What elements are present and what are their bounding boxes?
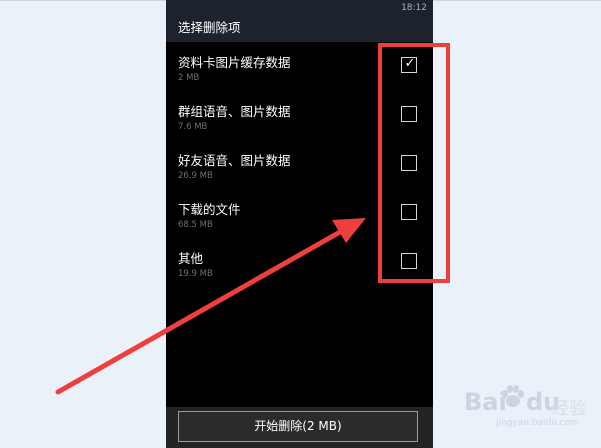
- watermark-url: jingyan.baidu.com: [496, 418, 580, 428]
- baidu-watermark: Bai du 经验 jingyan.baidu.com: [462, 378, 592, 438]
- watermark-brand-left: Bai: [464, 388, 507, 416]
- watermark-product: 经验: [552, 399, 586, 419]
